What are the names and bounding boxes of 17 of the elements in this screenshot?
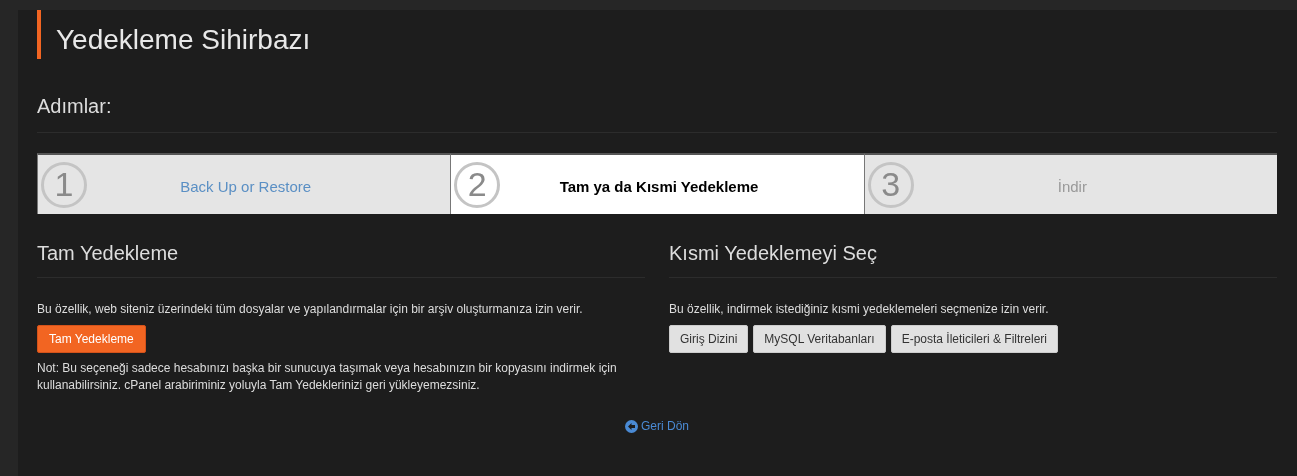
note-text: Not: Bu seçeneği sadece hesabınızı başka bir sunucuya taşımak veya hesabınızın bir kopyasını indirmek için kullanabilirsiniz. cPanel arabiriminiz yoluyla Tam Yedeklerinizi geri yükleyemezsiniz. [37,360,618,394]
step-label: İndir [1056,178,1088,195]
step-label: Tam ya da Kısmi Yedekleme [558,178,760,195]
description-text: Bu özellik, web siteniz üzerindeki tüm dosyalar ve yapılandırmalar için bir arşiv oluşturmanıza izin verir. [37,301,584,318]
backup-option-button[interactable]: E-posta İleticileri & Filtreleri [890,325,1058,353]
steps-heading: Adımlar: [37,95,1277,133]
section-heading: Tam Yedekleme [37,242,645,278]
step-number: 3 [867,161,914,208]
backup-option-button[interactable]: MySQL Veritabanları [753,325,886,353]
back-link[interactable]: Geri Dön [625,419,689,433]
page-title: Yedekleme Sihirbazı [37,10,1277,59]
back-arrow-icon [625,419,638,433]
step-number: 2 [454,161,501,208]
step-number: 1 [41,161,87,208]
description-text: Bu özellik, indirmek istediğiniz kısmi yedeklemeleri seçmenize izin verir. [669,301,1050,318]
backup-option-button[interactable]: Giriş Dizini [669,325,749,353]
section-heading: Kısmi Yedeklemeyi Seç [669,242,1277,278]
